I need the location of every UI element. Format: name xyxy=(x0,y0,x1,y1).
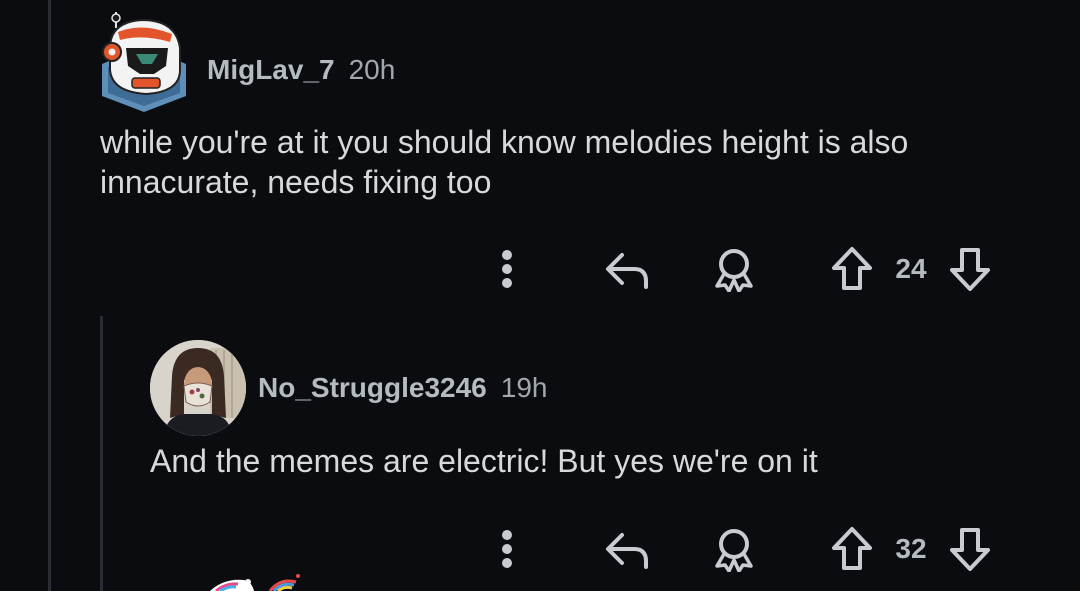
comment-header: No_Struggle3246 19h xyxy=(258,372,547,404)
downvote-button[interactable] xyxy=(946,244,994,294)
upvote-button[interactable] xyxy=(828,524,876,574)
reply-button[interactable] xyxy=(600,524,656,574)
comment-body: while you're at it you should know melod… xyxy=(100,124,909,200)
more-options-button[interactable] xyxy=(490,524,524,574)
downvote-button[interactable] xyxy=(946,524,994,574)
next-comment-avatar-peek xyxy=(204,572,314,591)
reply-arrow-icon xyxy=(606,533,648,569)
upvote-button[interactable] xyxy=(828,244,876,294)
comment-actions: 24 xyxy=(0,244,1080,294)
avatar[interactable] xyxy=(150,340,246,436)
timestamp: 19h xyxy=(500,372,548,403)
reply-button[interactable] xyxy=(600,244,656,294)
comment-actions: 32 xyxy=(0,524,1080,574)
thread-line-outer[interactable] xyxy=(48,0,51,591)
award-icon xyxy=(715,529,753,572)
more-vertical-icon xyxy=(502,250,512,288)
sticker-avatar-icon xyxy=(210,574,300,591)
award-button[interactable] xyxy=(708,524,760,574)
user-photo-avatar-icon xyxy=(150,340,246,436)
award-icon xyxy=(715,249,753,292)
downvote-arrow-icon xyxy=(950,248,990,291)
upvote-arrow-icon xyxy=(832,247,872,290)
comment-thread: MigLav_7 20h while you're at it you shou… xyxy=(0,0,1080,591)
reply-arrow-icon xyxy=(606,253,648,289)
vote-score: 24 xyxy=(895,253,927,284)
timestamp: 20h xyxy=(348,54,396,85)
comment-header: MigLav_7 20h xyxy=(207,54,395,86)
avatar[interactable] xyxy=(96,8,192,112)
upvote-arrow-icon xyxy=(832,527,872,570)
username[interactable]: MigLav_7 xyxy=(207,54,335,86)
award-button[interactable] xyxy=(708,244,760,294)
more-options-button[interactable] xyxy=(490,244,524,294)
robot-helmet-avatar-icon xyxy=(102,12,186,112)
more-vertical-icon xyxy=(502,530,512,568)
username[interactable]: No_Struggle3246 xyxy=(258,372,487,404)
downvote-arrow-icon xyxy=(950,528,990,571)
vote-score: 32 xyxy=(895,533,927,564)
comment-body: And the memes are electric! But yes we'r… xyxy=(150,443,818,479)
